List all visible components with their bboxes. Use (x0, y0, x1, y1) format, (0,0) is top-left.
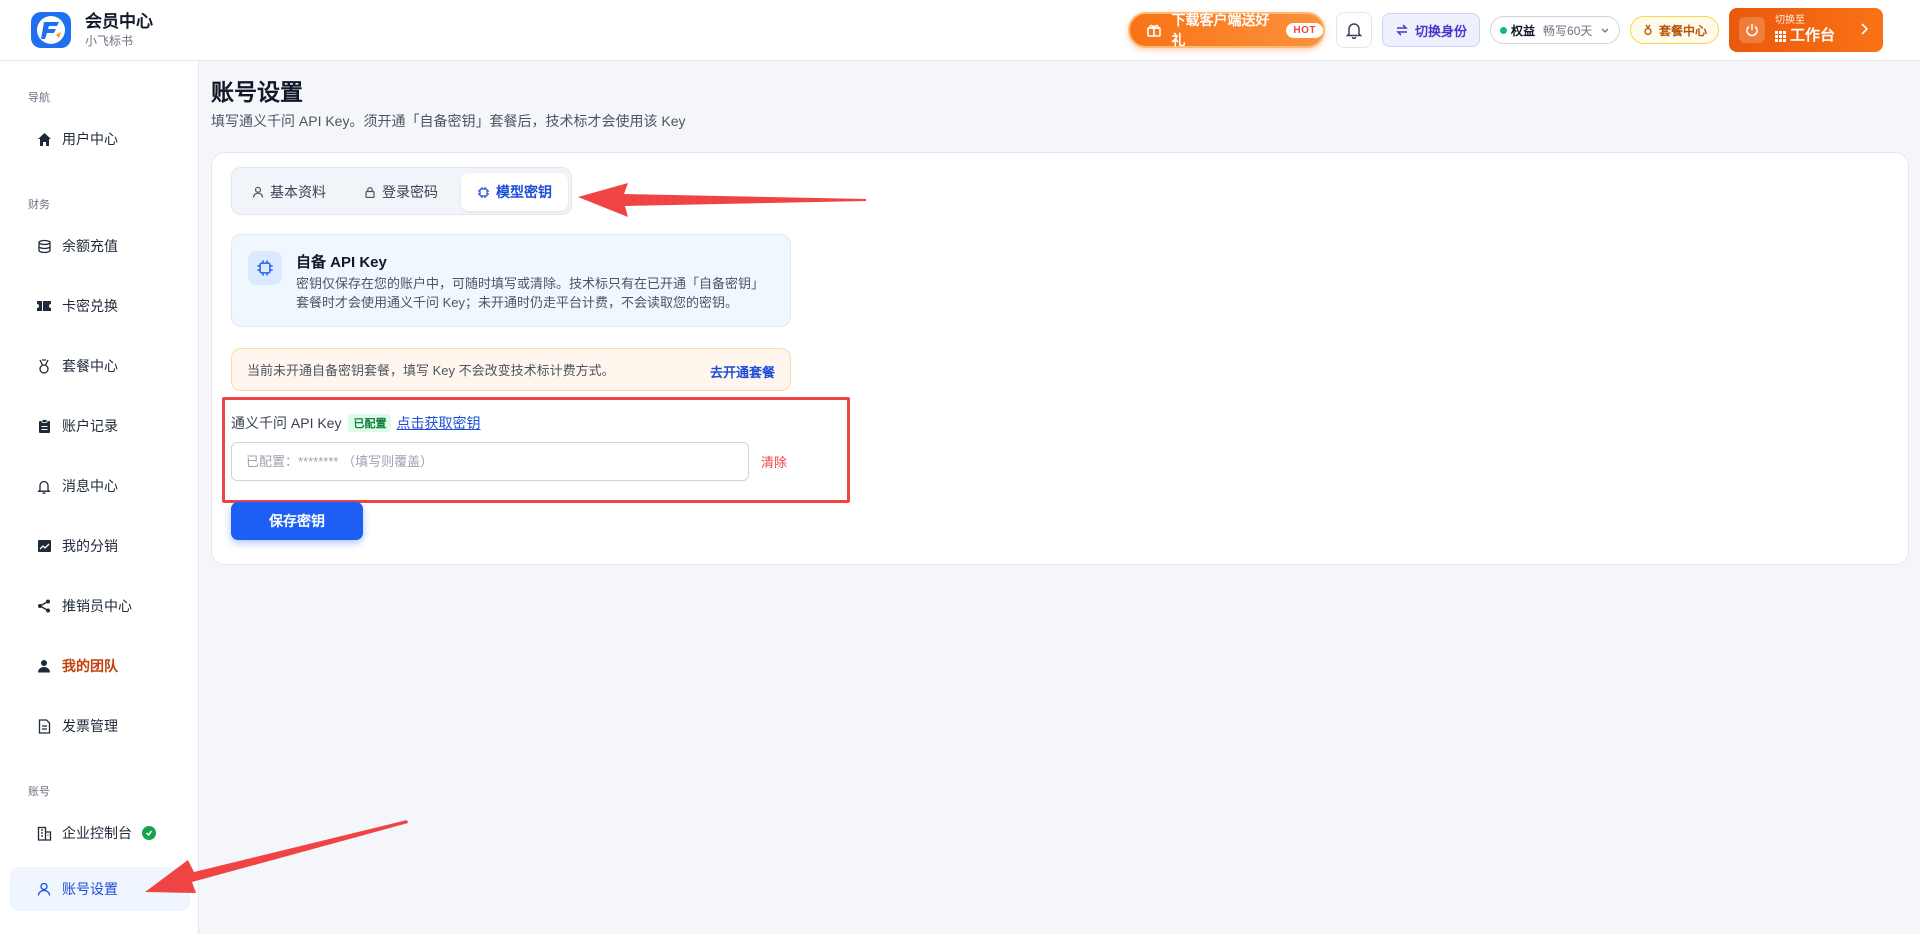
building-icon (36, 825, 52, 841)
section-label-finance: 财务 (28, 199, 50, 211)
api-key-field-label: 通义千问 API Key 已配置 点击获取密钥 (231, 413, 480, 433)
grid-icon (1775, 30, 1786, 42)
tab-login-password[interactable]: 登录密码 (364, 173, 438, 211)
configured-status-badge: 已配置 (348, 414, 392, 432)
package-center-button[interactable]: 套餐中心 (1630, 16, 1719, 44)
rights-dropdown[interactable]: 权益 畅写60天 (1490, 16, 1620, 44)
sidebar-item-label: 账户记录 (62, 418, 118, 434)
tab-label: 模型密钥 (496, 184, 552, 200)
sidebar-item-label: 企业控制台 (62, 825, 132, 841)
bell-icon (36, 478, 52, 494)
clear-key-button[interactable]: 清除 (761, 452, 787, 471)
sidebar-item-message-center[interactable]: 消息中心 (10, 464, 190, 508)
power-icon (1739, 17, 1765, 43)
open-package-link[interactable]: 去开通套餐 (710, 362, 775, 381)
share-icon (36, 598, 52, 614)
switch-identity-label: 切换身份 (1414, 23, 1467, 39)
info-box: 自备 API Key 密钥仅保存在您的账户中，可随时填写或清除。技术标只有在已开… (231, 234, 791, 327)
switch-workspace-button[interactable]: 切换至 工作台 (1729, 8, 1883, 52)
package-center-label: 套餐中心 (1658, 23, 1707, 38)
sidebar-item-label: 消息中心 (62, 478, 118, 494)
api-key-label: 通义千问 API Key (231, 415, 342, 431)
bell-icon (1345, 23, 1363, 39)
status-dot-icon (1500, 26, 1507, 34)
sidebar-item-label: 我的分销 (62, 538, 118, 554)
brand: 会员中心 小飞标书 (85, 11, 153, 49)
app-logo[interactable] (30, 11, 72, 49)
chevron-right-icon (1859, 22, 1869, 39)
sidebar-item-label: 卡密兑换 (62, 298, 118, 314)
workspace-small-label: 切换至 (1775, 15, 1805, 26)
sidebar-item-my-distribution[interactable]: 我的分销 (10, 524, 190, 568)
sidebar-item-invoice-management[interactable]: 发票管理 (10, 704, 190, 748)
sidebar-item-label: 套餐中心 (62, 358, 118, 374)
notice-text: 当前未开通自备密钥套餐，填写 Key 不会改变技术标计费方式。 (247, 363, 615, 378)
chevron-down-icon (1601, 28, 1609, 33)
sidebar-item-label: 我的团队 (62, 658, 118, 674)
sidebar-item-account-settings[interactable]: 账号设置 (10, 867, 190, 911)
medal-icon (1644, 24, 1652, 36)
switch-identity-button[interactable]: 切换身份 (1382, 13, 1480, 47)
section-label-account: 账号 (28, 786, 50, 798)
swap-icon (1396, 24, 1408, 36)
package-notice: 当前未开通自备密钥套餐，填写 Key 不会改变技术标计费方式。 去开通套餐 (231, 348, 791, 391)
sidebar-item-user-center[interactable]: 用户中心 (10, 117, 190, 161)
database-icon (36, 238, 52, 254)
clipboard-icon (36, 418, 52, 434)
sidebar: 导航 用户中心 财务 余额充值 卡密兑换 套餐中心 账户记录 消息中心 我的分销… (0, 61, 199, 934)
save-key-button[interactable]: 保存密钥 (231, 502, 363, 540)
medal-icon (36, 358, 52, 374)
download-client-button[interactable]: 下载客户端送好礼 HOT (1128, 12, 1325, 48)
settings-tabs: 基本资料 登录密码 模型密钥 (231, 167, 572, 215)
top-header: 会员中心 小飞标书 下载客户端送好礼 HOT 切换身份 权益 畅写60天 套餐中… (0, 0, 1920, 61)
chip-icon (248, 251, 282, 285)
sidebar-item-label: 用户中心 (62, 131, 118, 147)
sidebar-item-label: 推销员中心 (62, 598, 132, 614)
sidebar-item-salesman-center[interactable]: 推销员中心 (10, 584, 190, 628)
gift-icon (1144, 20, 1163, 40)
lock-icon (365, 187, 375, 198)
brand-subtitle: 小飞标书 (85, 34, 134, 48)
notifications-button[interactable] (1336, 12, 1372, 48)
sidebar-item-recharge[interactable]: 余额充值 (10, 224, 190, 268)
sidebar-item-card-redeem[interactable]: 卡密兑换 (10, 284, 190, 328)
tab-basic-info[interactable]: 基本资料 (252, 173, 326, 211)
chip-icon (478, 186, 489, 198)
user-outline-icon (36, 881, 52, 897)
chart-icon (36, 538, 52, 554)
home-icon (36, 131, 52, 147)
page-subtitle: 填写通义千问 API Key。须开通「自备密钥」套餐后，技术标才会使用该 Key (211, 113, 686, 129)
workspace-big-label: 工作台 (1790, 27, 1836, 44)
tab-label: 基本资料 (270, 184, 326, 200)
download-client-label: 下载客户端送好礼 (1171, 12, 1270, 48)
user-icon (36, 658, 52, 674)
document-icon (36, 718, 52, 734)
section-label-nav: 导航 (28, 92, 50, 104)
ticket-icon (36, 298, 52, 314)
sidebar-item-label: 余额充值 (62, 238, 118, 254)
tab-model-key[interactable]: 模型密钥 (461, 173, 568, 211)
sidebar-item-label: 账号设置 (62, 881, 118, 897)
page-title: 账号设置 (211, 79, 303, 105)
api-key-input[interactable] (231, 442, 749, 481)
brand-title: 会员中心 (85, 12, 153, 31)
info-text: 密钥仅保存在您的账户中，可随时填写或清除。技术标只有在已开通「自备密钥」套餐时才… (296, 276, 765, 310)
tab-label: 登录密码 (382, 184, 438, 200)
sidebar-item-my-team[interactable]: 我的团队 (10, 644, 190, 688)
info-title: 自备 API Key (296, 254, 387, 271)
sidebar-item-label: 发票管理 (62, 718, 118, 734)
sidebar-item-package-center[interactable]: 套餐中心 (10, 344, 190, 388)
user-icon (252, 186, 264, 198)
verified-check-icon (142, 826, 156, 840)
get-key-link[interactable]: 点击获取密钥 (396, 413, 480, 433)
hot-badge: HOT (1286, 22, 1323, 38)
rights-value: 畅写60天 (1543, 23, 1593, 38)
sidebar-item-enterprise-console[interactable]: 企业控制台 (10, 811, 190, 855)
sidebar-item-account-records[interactable]: 账户记录 (10, 404, 190, 448)
rights-label: 权益 (1511, 23, 1536, 38)
